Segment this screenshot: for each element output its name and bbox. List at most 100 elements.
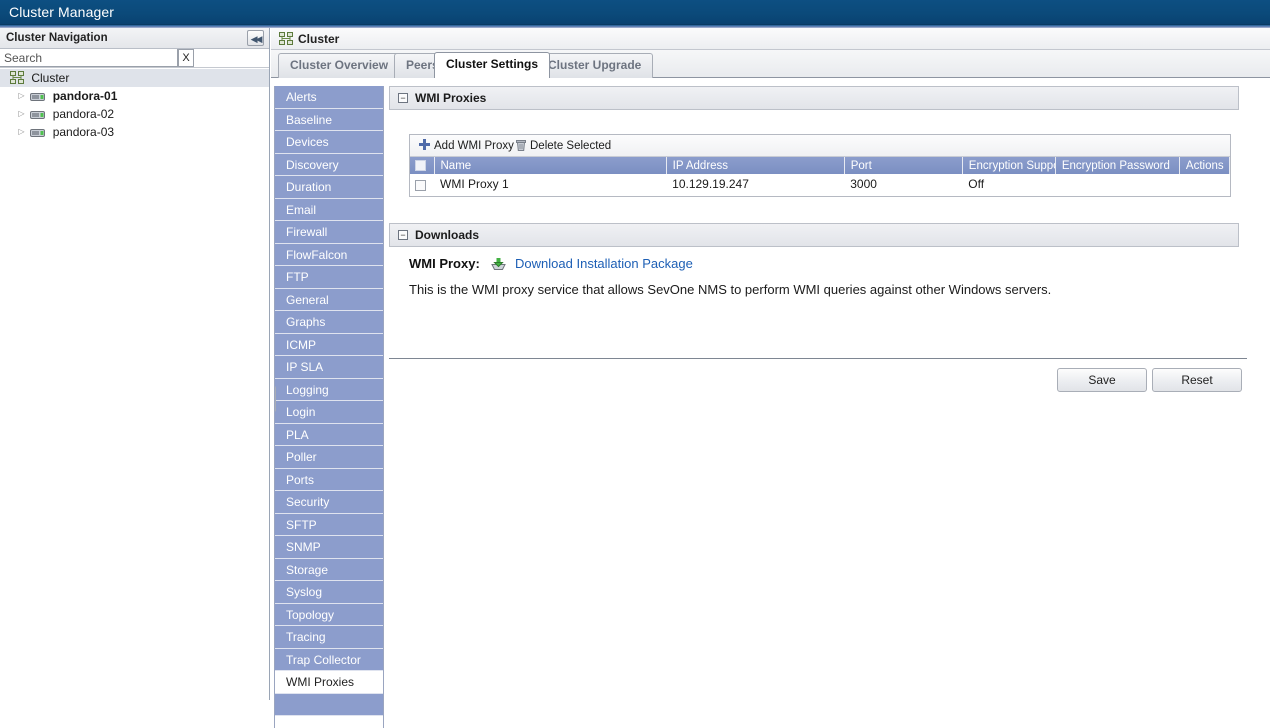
column-header-actions[interactable]: Actions	[1179, 157, 1231, 174]
reset-button[interactable]: Reset	[1152, 368, 1242, 392]
app-title-bar: Cluster Manager	[0, 0, 1270, 25]
settings-menu-item-devices[interactable]: Devices	[275, 131, 383, 154]
save-button[interactable]: Save	[1057, 368, 1147, 392]
settings-menu: Alerts Baseline Devices Discovery Durati…	[274, 86, 384, 728]
row-checkbox[interactable]	[415, 179, 426, 191]
plus-icon	[419, 139, 430, 150]
settings-menu-item-baseline[interactable]: Baseline	[275, 108, 383, 131]
cluster-navigation-title: Cluster Navigation	[6, 32, 108, 44]
settings-menu-item-logging[interactable]: Logging	[275, 378, 383, 401]
settings-menu-item-ports[interactable]: Ports	[275, 468, 383, 491]
select-all-header[interactable]	[410, 157, 435, 174]
settings-menu-item-login[interactable]: Login	[275, 401, 383, 424]
tree-item-pandora-03[interactable]: ▷ pandora-03	[0, 123, 269, 141]
settings-menu-item-firewall[interactable]: Firewall	[275, 221, 383, 244]
cluster-icon	[279, 32, 293, 48]
downloads-description: This is the WMI proxy service that allow…	[409, 282, 1052, 297]
main-content: Cluster Cluster Overview Peers Cluster S…	[271, 28, 1270, 728]
cell-ip-address: 10.129.19.247	[666, 174, 845, 196]
table-row[interactable]: WMI Proxy 1 10.129.19.247 3000 Off	[410, 174, 1230, 196]
settings-menu-item-alerts[interactable]: Alerts	[275, 86, 383, 109]
settings-menu-item-pla[interactable]: PLA	[275, 423, 383, 446]
server-icon	[30, 125, 46, 143]
search-clear-button[interactable]: X	[178, 49, 194, 67]
settings-menu-item-email[interactable]: Email	[275, 198, 383, 221]
download-installation-package-link[interactable]: Download Installation Package	[515, 256, 693, 271]
settings-menu-item-tracing[interactable]: Tracing	[275, 626, 383, 649]
breadcrumb: Cluster	[271, 28, 1270, 50]
cell-encryption-support: Off	[962, 174, 1056, 196]
tab-cluster-overview[interactable]: Cluster Overview	[278, 53, 401, 78]
settings-menu-item-general[interactable]: General	[275, 288, 383, 311]
settings-menu-item-trap-collector[interactable]: Trap Collector	[275, 648, 383, 671]
footer-divider	[389, 358, 1247, 359]
column-header-name[interactable]: Name	[434, 157, 667, 174]
download-row: WMI Proxy: Download Installation Package	[409, 256, 1249, 276]
download-icon	[491, 257, 507, 274]
tree-item-label: pandora-02	[52, 107, 115, 121]
settings-menu-item-icmp[interactable]: ICMP	[275, 333, 383, 356]
settings-menu-item-graphs[interactable]: Graphs	[275, 311, 383, 334]
collapse-panel-button[interactable]: ◀◀	[247, 30, 264, 46]
column-header-port[interactable]: Port	[844, 157, 963, 174]
cluster-navigation-panel: Cluster Navigation ◀◀ X Cluster ▷	[0, 28, 270, 700]
tree-item-pandora-02[interactable]: ▷ pandora-02	[0, 105, 269, 123]
expand-arrow-icon[interactable]: ▷	[16, 105, 27, 123]
settings-menu-item-wmi-proxies[interactable]: WMI Proxies	[275, 671, 383, 694]
settings-menu-item-poller[interactable]: Poller	[275, 446, 383, 469]
settings-menu-item-storage[interactable]: Storage	[275, 558, 383, 581]
collapse-toggle-icon[interactable]: −	[398, 93, 408, 103]
cell-port: 3000	[844, 174, 963, 196]
column-header-encryption-support[interactable]: Encryption Support	[962, 157, 1056, 174]
wmi-proxies-table-card: Add WMI Proxy Delete Selected Name IP Ad…	[409, 134, 1231, 197]
cluster-tree: Cluster ▷ pandora-01 ▷ pandora-02 ▷ pand…	[0, 69, 269, 141]
settings-menu-item-ftp[interactable]: FTP	[275, 266, 383, 289]
select-all-checkbox[interactable]	[415, 159, 426, 171]
wmi-proxies-panel-header: − WMI Proxies	[389, 86, 1239, 110]
table-header-row: Name IP Address Port Encryption Support …	[410, 157, 1231, 174]
tree-item-label: Cluster	[31, 71, 70, 85]
expand-arrow-icon[interactable]: ▷	[16, 87, 27, 105]
downloads-panel-header: − Downloads	[389, 223, 1239, 247]
settings-menu-item-sftp[interactable]: SFTP	[275, 513, 383, 536]
trash-icon	[516, 139, 526, 156]
settings-menu-item-syslog[interactable]: Syslog	[275, 581, 383, 604]
add-wmi-proxy-label: Add WMI Proxy	[434, 140, 514, 152]
tree-item-pandora-01[interactable]: ▷ pandora-01	[0, 87, 269, 105]
app-title: Cluster Manager	[9, 4, 114, 20]
wmi-proxies-table: Name IP Address Port Encryption Support …	[410, 157, 1231, 196]
settings-menu-item-snmp[interactable]: SNMP	[275, 536, 383, 559]
settings-menu-item-topology[interactable]: Topology	[275, 603, 383, 626]
delete-selected-button[interactable]: Delete Selected	[516, 138, 611, 154]
tree-item-cluster[interactable]: Cluster	[0, 69, 269, 87]
breadcrumb-label: Cluster	[298, 32, 340, 46]
cluster-navigation-header: Cluster Navigation ◀◀	[0, 28, 269, 49]
search-row: X	[0, 49, 269, 68]
settings-content-area: − WMI Proxies Add WMI Proxy Delete Selec…	[389, 86, 1267, 728]
search-input[interactable]	[0, 49, 178, 67]
wmi-proxies-panel-title: WMI Proxies	[415, 91, 487, 105]
column-header-ip-address[interactable]: IP Address	[666, 157, 845, 174]
settings-menu-item-overflow[interactable]	[275, 693, 383, 716]
settings-menu-item-discovery[interactable]: Discovery	[275, 153, 383, 176]
wmi-proxies-toolbar: Add WMI Proxy Delete Selected	[410, 135, 1230, 157]
tab-cluster-upgrade[interactable]: Cluster Upgrade	[536, 53, 654, 78]
row-select-cell[interactable]	[410, 174, 434, 196]
collapse-left-icon: ◀◀	[250, 34, 263, 44]
expand-arrow-icon[interactable]: ▷	[16, 123, 27, 141]
settings-menu-item-duration[interactable]: Duration	[275, 176, 383, 199]
downloads-body: WMI Proxy: Download Installation Package…	[409, 256, 1249, 297]
tab-bar: Cluster Overview Peers Cluster Settings …	[271, 50, 1270, 78]
tab-cluster-settings[interactable]: Cluster Settings	[434, 52, 551, 78]
panel-splitter-handle[interactable]	[275, 386, 276, 412]
cell-encryption-password	[1055, 174, 1180, 196]
settings-menu-item-security[interactable]: Security	[275, 491, 383, 514]
tree-item-label: pandora-03	[52, 125, 115, 139]
add-wmi-proxy-button[interactable]: Add WMI Proxy	[419, 138, 514, 154]
delete-selected-label: Delete Selected	[530, 140, 612, 152]
collapse-toggle-icon[interactable]: −	[398, 230, 408, 240]
cell-actions	[1179, 174, 1230, 196]
column-header-encryption-password[interactable]: Encryption Password	[1055, 157, 1180, 174]
settings-menu-item-flowfalcon[interactable]: FlowFalcon	[275, 243, 383, 266]
settings-menu-item-ip-sla[interactable]: IP SLA	[275, 356, 383, 379]
